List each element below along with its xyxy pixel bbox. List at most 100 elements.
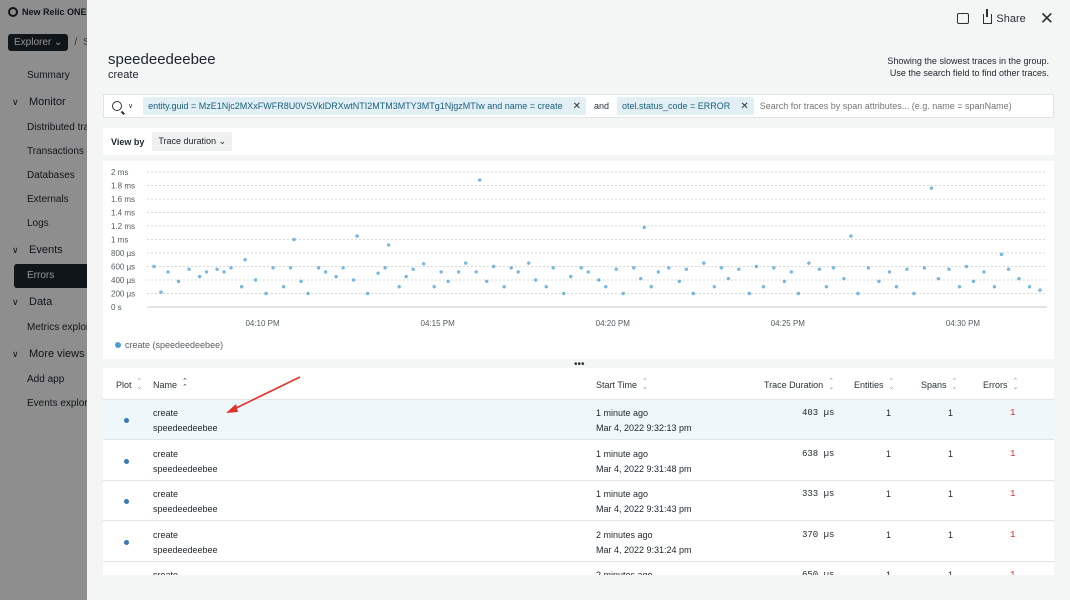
trace-point[interactable] bbox=[446, 279, 450, 284]
trace-point[interactable] bbox=[187, 267, 191, 271]
trace-point[interactable] bbox=[159, 290, 163, 294]
trace-point[interactable] bbox=[355, 234, 359, 238]
trace-point[interactable] bbox=[842, 276, 846, 281]
trace-point[interactable] bbox=[586, 270, 590, 274]
remove-filter-icon[interactable]: ✕ bbox=[573, 101, 581, 112]
trace-point[interactable] bbox=[271, 266, 275, 270]
trace-point[interactable] bbox=[667, 266, 671, 270]
trace-point[interactable] bbox=[439, 270, 443, 274]
trace-point[interactable] bbox=[306, 291, 310, 296]
trace-point[interactable] bbox=[579, 266, 583, 270]
trace-point[interactable] bbox=[887, 270, 892, 274]
trace-point[interactable] bbox=[386, 243, 391, 247]
trace-point[interactable] bbox=[947, 267, 951, 271]
column-header-errors[interactable]: Errors ⌃ ⌄ bbox=[983, 378, 1018, 391]
trace-point[interactable] bbox=[351, 278, 356, 282]
trace-point[interactable] bbox=[1017, 276, 1021, 281]
column-header-name[interactable]: Name ⌃ ⌃ bbox=[153, 378, 188, 391]
trace-point[interactable] bbox=[912, 291, 916, 296]
trace-search-bar[interactable]: ∨ entity.guid = MzE1Njc2MXxFWFR8U0VSVklD… bbox=[103, 94, 1054, 118]
table-row[interactable]: create 2 minutes ago 650 µs 1 1 1 bbox=[103, 562, 1054, 575]
trace-point[interactable] bbox=[404, 274, 408, 279]
trace-point[interactable] bbox=[299, 279, 303, 284]
trace-point[interactable] bbox=[316, 266, 321, 270]
trace-point[interactable] bbox=[894, 285, 899, 289]
trace-point[interactable] bbox=[782, 279, 787, 284]
trace-point[interactable] bbox=[866, 266, 871, 270]
trace-point[interactable] bbox=[796, 291, 801, 296]
trace-point[interactable] bbox=[376, 271, 380, 275]
trace-point[interactable] bbox=[474, 270, 478, 274]
trace-point[interactable] bbox=[166, 270, 170, 274]
trace-point[interactable] bbox=[152, 264, 156, 269]
chevron-down-icon[interactable]: ∨ bbox=[128, 102, 133, 110]
column-header-start-time[interactable]: Start Time ⌃ ⌄ bbox=[596, 378, 648, 391]
remove-filter-icon[interactable]: ✕ bbox=[740, 101, 748, 112]
trace-point[interactable] bbox=[691, 291, 696, 296]
table-row[interactable]: create speedeedeebee 1 minute ago Mar 4, 20… bbox=[103, 481, 1054, 521]
trace-point[interactable] bbox=[1006, 267, 1011, 271]
column-header-trace-duration[interactable]: Trace Duration ⌃ ⌄ bbox=[764, 378, 834, 391]
trace-point[interactable] bbox=[922, 266, 927, 270]
trace-point[interactable] bbox=[761, 285, 766, 289]
trace-point[interactable] bbox=[999, 252, 1004, 257]
trace-point[interactable] bbox=[569, 274, 573, 279]
trace-point[interactable] bbox=[936, 276, 941, 281]
trace-point[interactable] bbox=[712, 285, 717, 289]
trace-point[interactable] bbox=[411, 267, 415, 271]
trace-point[interactable] bbox=[562, 291, 566, 296]
trace-point[interactable] bbox=[551, 266, 555, 270]
trace-point[interactable] bbox=[253, 278, 258, 282]
trace-point[interactable] bbox=[477, 178, 482, 182]
trace-point[interactable] bbox=[288, 266, 293, 270]
table-row[interactable]: create speedeedeebee 1 minute ago Mar 4, 20… bbox=[103, 400, 1054, 440]
trace-point[interactable] bbox=[737, 267, 741, 271]
trace-point[interactable] bbox=[604, 285, 608, 289]
trace-point[interactable] bbox=[831, 266, 836, 270]
share-button[interactable]: Share bbox=[983, 8, 1026, 25]
trace-point[interactable] bbox=[1027, 285, 1032, 289]
trace-point[interactable] bbox=[656, 270, 660, 274]
trace-point[interactable] bbox=[215, 267, 219, 271]
close-icon[interactable]: ✕ bbox=[1040, 10, 1054, 27]
trace-point[interactable] bbox=[992, 285, 997, 289]
column-header-spans[interactable]: Spans ⌃ ⌄ bbox=[921, 378, 957, 391]
trace-point[interactable] bbox=[365, 291, 370, 296]
trace-point[interactable] bbox=[702, 261, 706, 265]
trace-point[interactable] bbox=[614, 267, 618, 271]
trace-point[interactable] bbox=[341, 266, 345, 270]
trace-point[interactable] bbox=[421, 262, 426, 266]
trace-point[interactable] bbox=[905, 267, 909, 271]
scatter-plot[interactable]: 0 s 200 µs 400 µs 600 µs 800 µs 1 ms 1.2 ms 1.4… bbox=[103, 161, 1054, 336]
trace-point[interactable] bbox=[534, 278, 538, 282]
trace-point[interactable] bbox=[747, 291, 752, 296]
trace-point[interactable] bbox=[432, 285, 436, 289]
filter-chip-status[interactable]: otel.status_code = ERROR ✕ bbox=[617, 97, 754, 115]
column-header-entities[interactable]: Entities ⌃ ⌄ bbox=[854, 378, 894, 391]
trace-point[interactable] bbox=[964, 264, 969, 269]
table-row[interactable]: create speedeedeebee 1 minute ago Mar 4, 20… bbox=[103, 441, 1054, 481]
search-input[interactable] bbox=[759, 101, 1020, 111]
trace-point[interactable] bbox=[807, 261, 811, 265]
trace-point[interactable] bbox=[334, 274, 338, 279]
trace-point[interactable] bbox=[772, 266, 776, 270]
trace-point[interactable] bbox=[222, 270, 226, 274]
filter-chip-entity[interactable]: entity.guid = MzE1Njc2MXxFWFR8U0VSVklDRX… bbox=[143, 97, 586, 115]
trace-point[interactable] bbox=[649, 285, 653, 289]
trace-point[interactable] bbox=[527, 261, 531, 265]
trace-point[interactable] bbox=[877, 279, 881, 284]
table-row[interactable]: create speedeedeebee 2 minutes ago Mar 4, 2… bbox=[103, 522, 1054, 562]
trace-point[interactable] bbox=[456, 270, 461, 274]
column-header-plot[interactable]: Plot ⌃ ⌄ bbox=[116, 378, 142, 391]
trace-point[interactable] bbox=[726, 276, 731, 281]
trace-point[interactable] bbox=[463, 261, 468, 265]
trace-point[interactable] bbox=[544, 285, 548, 289]
trace-point[interactable] bbox=[197, 274, 202, 279]
trace-point[interactable] bbox=[243, 258, 247, 262]
trace-point[interactable] bbox=[957, 285, 962, 289]
trace-point[interactable] bbox=[176, 279, 181, 284]
trace-point[interactable] bbox=[642, 225, 646, 230]
trace-point[interactable] bbox=[502, 285, 506, 289]
trace-point[interactable] bbox=[856, 291, 860, 296]
trace-point[interactable] bbox=[204, 270, 209, 274]
